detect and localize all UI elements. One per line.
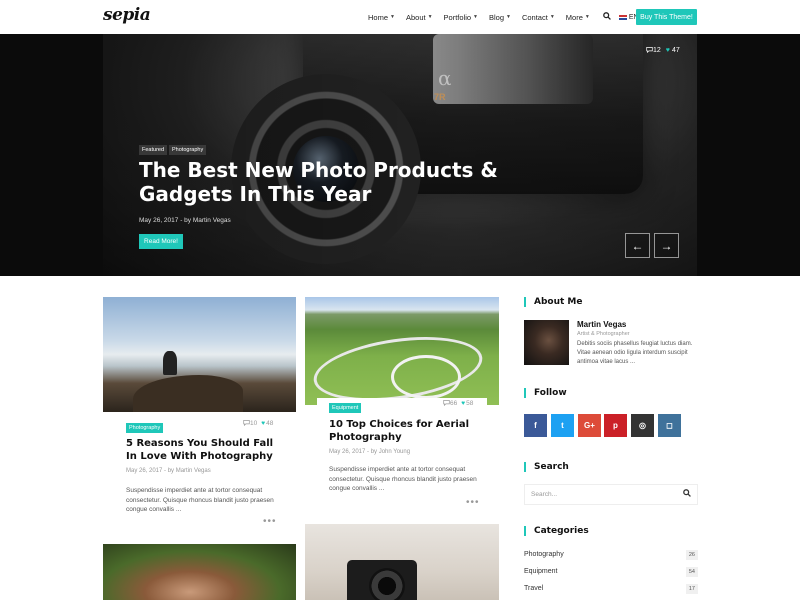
comment-icon bbox=[646, 46, 653, 55]
camera-lens-shape bbox=[369, 568, 405, 600]
nav-item-about[interactable]: About ▼ bbox=[406, 13, 433, 22]
comment-count: 12 bbox=[653, 47, 661, 54]
about-heading: About Me bbox=[524, 297, 583, 307]
category-count: 17 bbox=[685, 584, 698, 594]
main-nav: Home ▼ About ▼ Portfolio ▼ Blog ▼ Contact ▼ M… bbox=[368, 12, 639, 22]
nav-label: Portfolio bbox=[443, 12, 472, 22]
chevron-down-icon: ▼ bbox=[390, 14, 395, 20]
comment-count: 66 bbox=[450, 400, 458, 407]
chevron-down-icon: ▼ bbox=[584, 14, 590, 20]
nav-label: Contact bbox=[521, 12, 548, 22]
post-image-portrait[interactable] bbox=[103, 544, 296, 600]
rock-shape bbox=[133, 375, 243, 412]
buy-theme-button[interactable]: Buy This Theme! bbox=[636, 9, 697, 25]
next-arrow-icon[interactable]: → bbox=[654, 233, 679, 258]
category-label: Photography bbox=[524, 551, 564, 558]
read-more-button[interactable]: Read More! bbox=[139, 234, 183, 249]
category-label: Travel bbox=[524, 585, 544, 592]
author-avatar[interactable] bbox=[524, 320, 569, 365]
comment-count: 10 bbox=[250, 420, 258, 427]
category-label: Equipment bbox=[524, 568, 558, 575]
author-bio: Debitis sociis phasellus feugiat luctus … bbox=[577, 341, 693, 365]
author-role: Artist & Photographer bbox=[577, 331, 630, 337]
post-date-author: May 26, 2017 - by Martin Vegas bbox=[126, 468, 211, 474]
post-date-author: May 26, 2017 - by John Young bbox=[329, 449, 411, 455]
like-count: 47 bbox=[671, 47, 680, 54]
comment-icon bbox=[443, 399, 450, 408]
heart-icon[interactable]: ♥ bbox=[666, 47, 670, 54]
twitter-icon[interactable]: t bbox=[551, 414, 574, 437]
nav-label: About bbox=[405, 12, 426, 22]
dribbble-icon[interactable]: ◎ bbox=[631, 414, 654, 437]
hero-slider: α 7R 12 ♥ 47 Featured Photography The Be… bbox=[0, 34, 800, 276]
category-tag[interactable]: Equipment bbox=[329, 403, 362, 413]
pinterest-icon[interactable]: p bbox=[604, 414, 627, 437]
post-excerpt: Suspendisse imperdiet ante at tortor con… bbox=[329, 466, 477, 492]
search-icon[interactable] bbox=[683, 489, 691, 499]
heart-icon[interactable]: ♥ bbox=[461, 400, 465, 407]
photographer-silhouette bbox=[163, 351, 177, 375]
post-title[interactable]: 10 Top Choices for Aerial Photography bbox=[329, 419, 479, 444]
drone-rotor-shape bbox=[391, 355, 461, 399]
search-heading: Search bbox=[524, 462, 569, 472]
post-image-field[interactable] bbox=[305, 297, 499, 405]
search-icon[interactable] bbox=[602, 12, 611, 22]
follow-heading: Follow bbox=[524, 388, 567, 398]
post-image-mountain[interactable] bbox=[103, 297, 296, 412]
category-tag[interactable]: Photography bbox=[126, 423, 164, 433]
category-count: 54 bbox=[685, 567, 698, 577]
chevron-down-icon: ▼ bbox=[549, 14, 555, 20]
more-dots-icon[interactable]: ••• bbox=[466, 497, 480, 508]
google-plus-icon[interactable]: G+ bbox=[578, 414, 601, 437]
post-image-camera[interactable] bbox=[305, 524, 499, 600]
hero-title[interactable]: The Best New Photo Products & Gadgets In… bbox=[139, 158, 509, 206]
prev-arrow-icon[interactable]: ← bbox=[625, 233, 650, 258]
instagram-icon[interactable]: ◻ bbox=[658, 414, 681, 437]
post-stats: 66 ♥ 58 bbox=[443, 399, 473, 408]
nav-item-contact[interactable]: Contact ▼ bbox=[522, 13, 555, 22]
nav-label: More bbox=[565, 12, 583, 22]
category-item[interactable]: Equipment 54 bbox=[524, 567, 698, 577]
nav-label: Home bbox=[368, 12, 389, 22]
category-count: 26 bbox=[685, 550, 698, 560]
category-item[interactable]: Travel 17 bbox=[524, 584, 698, 594]
search-placeholder: Search... bbox=[531, 491, 558, 498]
site-logo[interactable]: sepia bbox=[103, 5, 151, 25]
tag-photography[interactable]: Photography bbox=[169, 145, 207, 155]
hero-overlay bbox=[103, 34, 697, 276]
like-count: 58 bbox=[466, 400, 474, 407]
comment-icon bbox=[243, 419, 250, 428]
post-title[interactable]: 5 Reasons You Should Fall In Love With P… bbox=[126, 438, 286, 463]
nav-item-blog[interactable]: Blog ▼ bbox=[489, 13, 511, 22]
sidebar-search-input[interactable]: Search... bbox=[524, 484, 698, 505]
site-header: sepia Home ▼ About ▼ Portfolio ▼ Blog ▼ Cont… bbox=[0, 0, 800, 34]
nav-item-portfolio[interactable]: Portfolio ▼ bbox=[444, 13, 478, 22]
hero-stats: 12 ♥ 47 bbox=[646, 46, 680, 55]
flag-icon bbox=[618, 14, 627, 20]
more-dots-icon[interactable]: ••• bbox=[263, 516, 277, 527]
category-item[interactable]: Photography 26 bbox=[524, 550, 698, 560]
hero-tags: Featured Photography bbox=[139, 145, 208, 155]
hero-image: α 7R bbox=[103, 34, 697, 276]
chevron-down-icon: ▼ bbox=[427, 14, 433, 20]
nav-label: Blog bbox=[489, 12, 505, 22]
like-count: 48 bbox=[266, 420, 274, 427]
categories-heading: Categories bbox=[524, 526, 589, 536]
post-excerpt: Suspendisse imperdiet ante at tortor con… bbox=[126, 487, 274, 513]
chevron-down-icon: ▼ bbox=[506, 14, 511, 20]
author-name: Martin Vegas bbox=[577, 320, 627, 329]
tag-featured[interactable]: Featured bbox=[139, 145, 168, 155]
camera-shape bbox=[347, 560, 417, 600]
nav-item-home[interactable]: Home ▼ bbox=[368, 13, 395, 22]
facebook-icon[interactable]: f bbox=[524, 414, 547, 437]
nav-item-more[interactable]: More ▼ bbox=[566, 13, 590, 22]
chevron-down-icon: ▼ bbox=[473, 14, 478, 20]
hero-date-author: May 26, 2017 - by Martin Vegas bbox=[139, 217, 231, 224]
heart-icon[interactable]: ♥ bbox=[261, 420, 265, 427]
post-stats: 10 ♥ 48 bbox=[243, 419, 273, 428]
